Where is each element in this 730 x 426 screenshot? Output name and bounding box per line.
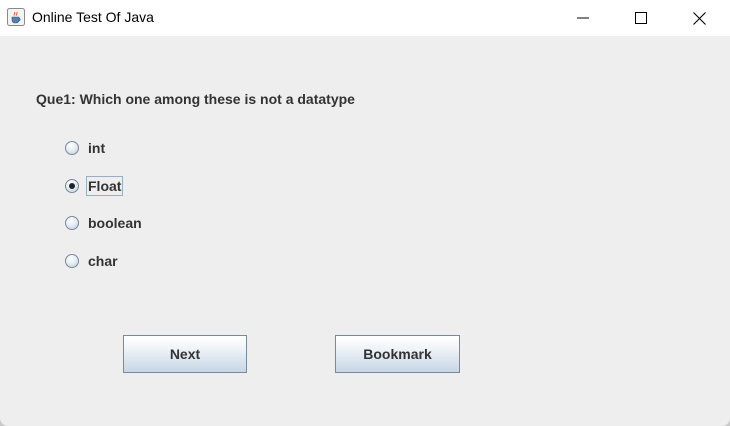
- window-title: Online Test Of Java: [32, 9, 154, 25]
- option-label: int: [88, 140, 106, 156]
- option-label: boolean: [88, 215, 142, 231]
- java-coffee-icon: [7, 8, 25, 26]
- title-bar[interactable]: Online Test Of Java: [0, 0, 730, 36]
- minimize-icon: [577, 17, 589, 19]
- close-icon: [692, 11, 706, 25]
- minimize-button[interactable]: [554, 0, 612, 36]
- option-label: Float: [85, 176, 124, 196]
- bookmark-button[interactable]: Bookmark: [335, 335, 460, 373]
- option-char[interactable]: char: [64, 249, 119, 273]
- close-button[interactable]: [670, 0, 728, 36]
- option-float[interactable]: Float: [64, 174, 124, 198]
- radio-button-selected[interactable]: [65, 179, 79, 193]
- option-boolean[interactable]: boolean: [64, 211, 143, 235]
- radio-button[interactable]: [65, 254, 79, 268]
- option-label: char: [88, 253, 118, 269]
- option-int[interactable]: int: [64, 136, 106, 160]
- radio-button[interactable]: [65, 216, 79, 230]
- next-button[interactable]: Next: [123, 335, 247, 373]
- app-window: Online Test Of Java Que1: Which one amon…: [0, 0, 730, 426]
- maximize-button[interactable]: [612, 0, 670, 36]
- radio-button[interactable]: [65, 141, 79, 155]
- maximize-icon: [635, 12, 647, 24]
- question-text: Que1: Which one among these is not a dat…: [36, 91, 355, 107]
